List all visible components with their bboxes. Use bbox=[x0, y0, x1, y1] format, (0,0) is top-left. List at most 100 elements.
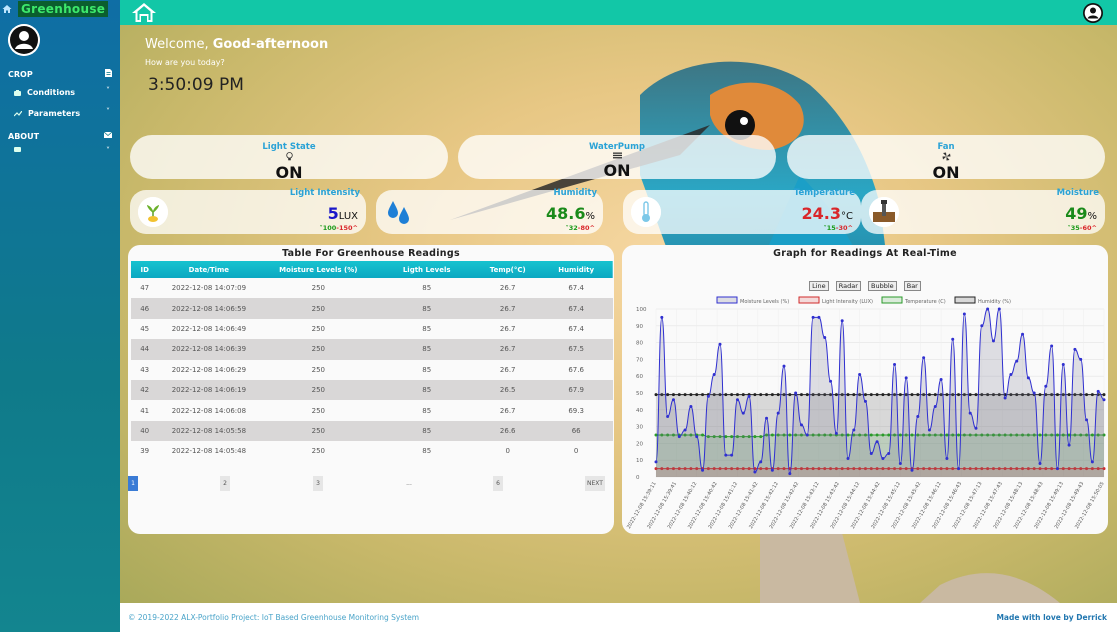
user-icon[interactable] bbox=[1083, 3, 1103, 23]
sidebar-item-conditions[interactable]: Conditions bbox=[14, 88, 75, 97]
table-header-row: ID Date/Time Moisture Levels (%) Ligth L… bbox=[131, 261, 613, 278]
fan-state-title: Fan bbox=[937, 142, 955, 152]
column-header[interactable]: Date/Time bbox=[158, 261, 259, 278]
data-point bbox=[986, 307, 990, 311]
table-cell: 250 bbox=[311, 365, 325, 374]
humidity-range-low: ˅32 bbox=[565, 224, 578, 232]
thermometer-icon bbox=[631, 197, 661, 227]
table-cell: 26.5 bbox=[499, 386, 516, 395]
data-point bbox=[735, 398, 739, 402]
chevron-down-icon[interactable]: ˅ bbox=[106, 107, 110, 116]
data-point bbox=[974, 393, 978, 397]
data-point bbox=[875, 393, 879, 397]
data-point bbox=[898, 393, 902, 397]
moisture-range-low: ˅35 bbox=[1067, 224, 1080, 232]
light-unit: LUX bbox=[338, 211, 358, 222]
sidebar-avatar-icon bbox=[8, 24, 40, 56]
data-point bbox=[875, 433, 879, 437]
envelope-icon bbox=[103, 131, 113, 140]
page-button-1[interactable]: 1 bbox=[128, 476, 138, 491]
data-point bbox=[1032, 391, 1036, 395]
footer-copyright: © 2019-2022 ALX-Portfolio Project: IoT B… bbox=[128, 613, 420, 622]
data-point bbox=[654, 433, 658, 437]
data-point bbox=[898, 462, 902, 466]
data-point bbox=[741, 411, 745, 415]
top-bar bbox=[120, 0, 1117, 25]
moisture-range-high: -60^ bbox=[1079, 224, 1097, 232]
next-page-button[interactable]: NEXT bbox=[585, 476, 605, 491]
data-point bbox=[1079, 357, 1083, 361]
table-cell: 67.6 bbox=[568, 365, 584, 374]
data-point bbox=[1038, 462, 1042, 466]
table-cell: 40 bbox=[140, 426, 150, 435]
data-point bbox=[939, 378, 943, 382]
table-cell: 2022-12-08 14:05:58 bbox=[171, 426, 247, 435]
chevron-down-icon[interactable]: ˅ bbox=[106, 86, 110, 95]
readings-table: ID Date/Time Moisture Levels (%) Ligth L… bbox=[131, 261, 613, 462]
data-point bbox=[701, 433, 705, 437]
legend-label: Light Intensity (LUX) bbox=[822, 299, 873, 305]
data-point bbox=[846, 433, 850, 437]
dashboard-main: Welcome, Good-afternoon How are you toda… bbox=[120, 25, 1117, 603]
column-header[interactable]: Moisture Levels (%) bbox=[259, 261, 377, 278]
chevron-down-icon[interactable]: ˅ bbox=[106, 146, 110, 155]
data-point bbox=[1003, 396, 1007, 400]
data-point bbox=[712, 373, 716, 377]
light-intensity-value: 5LUX bbox=[328, 204, 358, 223]
data-point bbox=[689, 393, 693, 397]
readings-graph-panel: Graph for Readings At Real-Time Line Rad… bbox=[622, 245, 1108, 534]
temperature-high-value: 30 bbox=[838, 224, 848, 232]
data-point bbox=[799, 393, 803, 397]
temperature-low-value: 15 bbox=[826, 224, 836, 232]
table-cell: 26.7 bbox=[499, 365, 516, 374]
table-cell: 85 bbox=[422, 426, 432, 435]
y-tick-label: 0 bbox=[636, 475, 640, 481]
page-button-6[interactable]: 6 bbox=[493, 476, 503, 491]
water-drops-icon bbox=[384, 197, 414, 227]
data-point bbox=[1073, 347, 1077, 351]
page-button-3[interactable]: 3 bbox=[313, 476, 323, 491]
data-point bbox=[666, 415, 670, 419]
data-point bbox=[1102, 393, 1106, 397]
column-header[interactable]: Ligth Levels bbox=[377, 261, 476, 278]
table-cell: 2022-12-08 14:06:08 bbox=[171, 406, 247, 415]
humidity-value-number: 48.6 bbox=[546, 204, 586, 223]
data-point bbox=[927, 393, 931, 397]
conditions-icon bbox=[14, 89, 21, 96]
light-low-value: 100 bbox=[322, 224, 337, 232]
data-point bbox=[1055, 467, 1059, 471]
data-point bbox=[770, 393, 774, 397]
table-cell: 85 bbox=[422, 284, 432, 293]
column-header[interactable]: ID bbox=[131, 261, 158, 278]
data-point bbox=[933, 404, 937, 408]
data-point bbox=[683, 393, 687, 397]
humidity-value: 48.6% bbox=[546, 204, 595, 223]
page-button-2[interactable]: 2 bbox=[220, 476, 230, 491]
table-cell: 46 bbox=[140, 304, 150, 313]
legend-label: Temperature (C) bbox=[904, 299, 946, 305]
page-ellipsis: ... bbox=[406, 480, 412, 487]
column-header[interactable]: Temp(°C) bbox=[476, 261, 539, 278]
footer-credit[interactable]: Made with love by Derrick bbox=[996, 613, 1107, 622]
data-point bbox=[887, 451, 891, 455]
clock: 3:50:09 PM bbox=[148, 75, 244, 95]
data-point bbox=[817, 315, 821, 319]
column-header[interactable]: Humidity bbox=[539, 261, 613, 278]
data-point bbox=[747, 394, 751, 398]
table-row: 43 2022-12-08 14:06:29 250 85 26.7 67.6 bbox=[131, 359, 613, 380]
light-state-value: ON bbox=[275, 163, 303, 182]
sidebar-item-about[interactable] bbox=[14, 147, 21, 152]
data-point bbox=[1085, 418, 1089, 422]
home-icon[interactable] bbox=[131, 2, 157, 23]
data-point bbox=[794, 391, 798, 395]
home-small-icon[interactable] bbox=[2, 4, 12, 14]
brand-title[interactable]: Greenhouse bbox=[18, 1, 109, 17]
legend-label: Humidity (%) bbox=[978, 299, 1011, 305]
y-tick-label: 40 bbox=[636, 408, 643, 414]
table-title: Table For Greenhouse Readings bbox=[282, 248, 460, 259]
table-cell: 250 bbox=[311, 324, 325, 333]
data-point bbox=[788, 472, 792, 476]
table-cell: 250 bbox=[311, 345, 325, 354]
sidebar-item-parameters[interactable]: Parameters bbox=[14, 109, 80, 118]
light-value-number: 5 bbox=[327, 204, 339, 223]
